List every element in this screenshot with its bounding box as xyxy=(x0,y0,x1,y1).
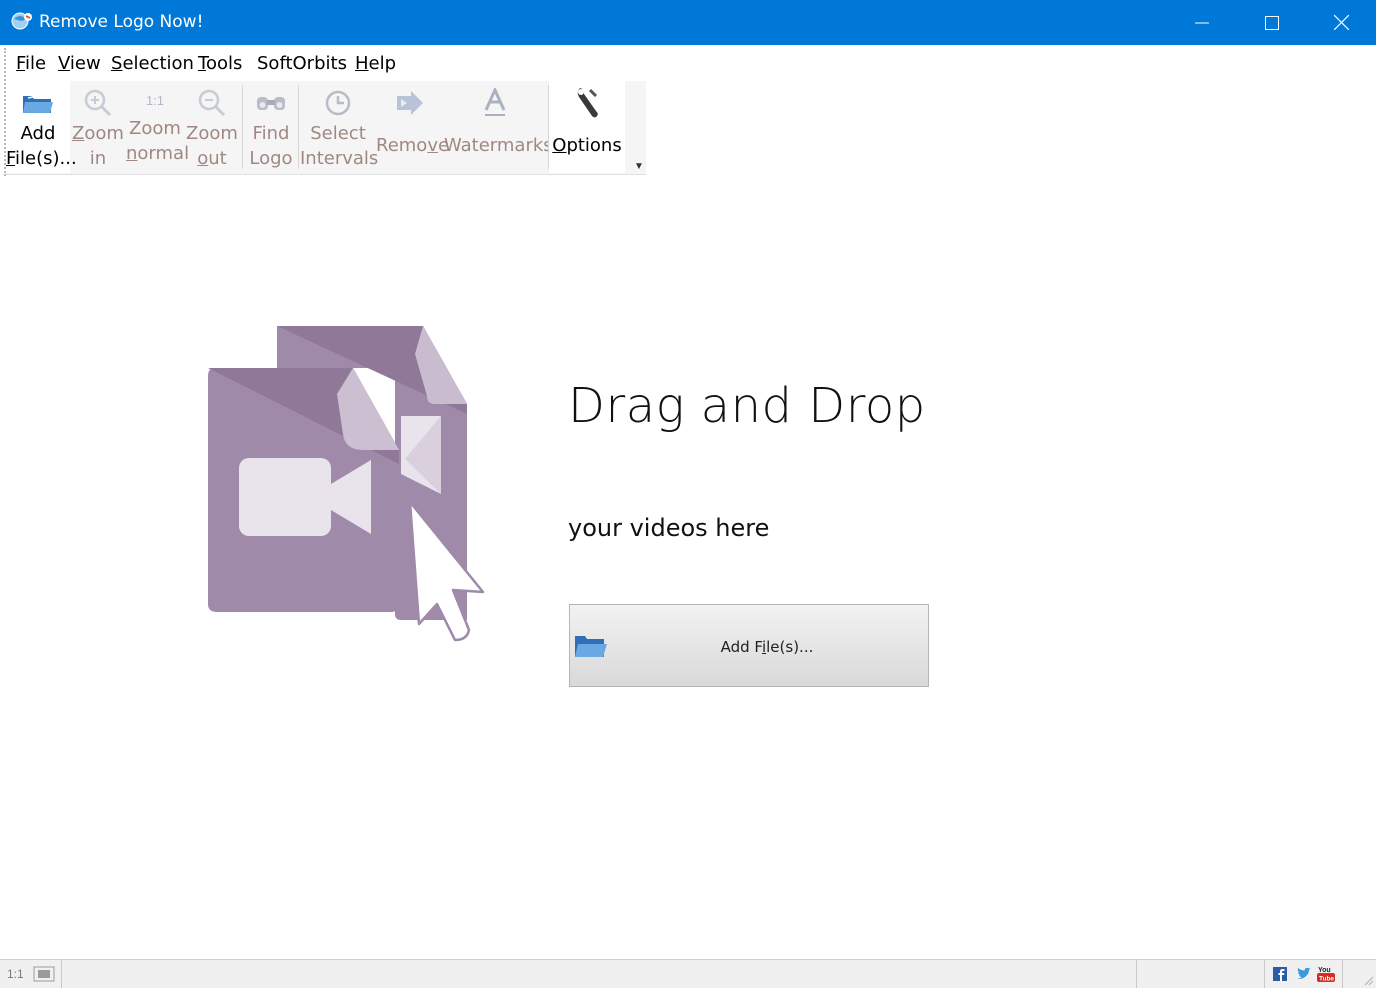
menu-bar: File View Selection Tools SoftOrbits Hel… xyxy=(0,45,1376,176)
wrench-icon xyxy=(570,86,604,120)
status-bar: 1:1 You Tube xyxy=(0,959,1376,988)
open-folder-icon xyxy=(21,86,55,120)
menu-tools[interactable]: Tools xyxy=(198,53,242,74)
drop-zone-subtitle: your videos here xyxy=(568,514,770,542)
toolbar: Add File(s)... Zoom in 1:1 Zoom normal Z… xyxy=(6,81,646,175)
zoom-normal-button[interactable]: 1:1 Zoom normal xyxy=(126,81,190,173)
minimize-button[interactable] xyxy=(1167,0,1237,45)
menu-selection-mnemonic: S xyxy=(111,53,123,74)
zoom-normal-label-1: Zoom xyxy=(129,118,181,139)
close-icon xyxy=(1333,15,1349,30)
menu-help-mnemonic: H xyxy=(355,53,369,74)
menu-view-mnemonic: V xyxy=(58,53,70,74)
status-divider xyxy=(1264,960,1265,988)
zoom-out-label-2: out xyxy=(197,148,227,169)
binoculars-icon xyxy=(254,86,288,120)
add-files-label-1: Add xyxy=(20,123,56,144)
zoom-out-button[interactable]: Zoom out xyxy=(184,81,240,173)
close-button[interactable] xyxy=(1306,0,1376,45)
menu-tools-mnemonic: T xyxy=(198,53,206,74)
drop-zone-title: Drag and Drop xyxy=(568,378,926,434)
status-divider xyxy=(61,960,62,988)
find-logo-label-2: Logo xyxy=(249,148,293,169)
select-intervals-label-2: Intervals xyxy=(300,148,379,169)
svg-text:Tube: Tube xyxy=(1319,976,1334,983)
menu-selection[interactable]: Selection xyxy=(111,53,194,74)
find-logo-label-1: Find xyxy=(252,123,290,144)
zoom-level[interactable]: 1:1 xyxy=(7,967,24,981)
menu-softorbits[interactable]: SoftOrbits xyxy=(257,53,347,74)
menu-file[interactable]: File xyxy=(16,53,46,74)
zoom-normal-icon: 1:1 xyxy=(145,92,165,108)
options-label: Options xyxy=(552,135,622,156)
window-title: Remove Logo Now! xyxy=(39,12,204,32)
add-files-label-2: File(s)... xyxy=(6,148,77,169)
maximize-button[interactable] xyxy=(1237,0,1307,45)
app-logo-icon xyxy=(11,12,32,30)
select-intervals-label-1: Select xyxy=(310,123,366,144)
menu-view[interactable]: View xyxy=(58,53,101,74)
zoom-out-icon xyxy=(195,86,229,120)
fit-to-window-icon[interactable] xyxy=(33,966,55,982)
find-logo-button[interactable]: Find Logo xyxy=(244,81,298,173)
options-button[interactable]: Options xyxy=(549,81,625,173)
video-files-drop-illustration-icon xyxy=(208,326,485,642)
add-files-button-label: Add File(s)... xyxy=(720,638,814,656)
watermarks-button[interactable]: Watermarks xyxy=(444,81,553,173)
add-files-toolbar-button[interactable]: Add File(s)... xyxy=(6,81,77,173)
menu-file-mnemonic: F xyxy=(16,53,26,74)
remove-button[interactable]: Remove xyxy=(376,81,450,173)
select-intervals-button[interactable]: Select Intervals xyxy=(300,81,379,173)
zoom-in-icon xyxy=(81,86,115,120)
zoom-normal-label-2: normal xyxy=(126,143,190,164)
toolbar-separator xyxy=(298,85,299,169)
toolbar-overflow-chevron-icon[interactable]: ▼ xyxy=(634,161,644,172)
clock-icon xyxy=(321,86,355,120)
facebook-icon[interactable] xyxy=(1272,965,1290,983)
text-a-icon xyxy=(478,86,512,120)
maximize-icon xyxy=(1265,15,1279,30)
menu-help[interactable]: Help xyxy=(355,53,396,74)
youtube-icon[interactable]: You Tube xyxy=(1316,965,1336,983)
status-divider xyxy=(1136,960,1137,988)
zoom-out-label-1: Zoom xyxy=(186,123,238,144)
zoom-in-label-2: in xyxy=(89,148,107,169)
twitter-icon[interactable] xyxy=(1295,965,1313,983)
minimize-icon xyxy=(1195,22,1209,23)
remove-label: Remove xyxy=(376,135,450,156)
status-divider xyxy=(1342,960,1343,988)
svg-text:You: You xyxy=(1318,967,1331,974)
arrow-right-icon xyxy=(393,86,427,120)
toolbar-separator xyxy=(242,85,243,169)
zoom-in-button[interactable]: Zoom in xyxy=(70,81,126,173)
watermarks-label: Watermarks xyxy=(444,135,553,156)
resize-grip-icon[interactable] xyxy=(1364,976,1374,986)
add-files-button[interactable]: Add File(s)... xyxy=(569,604,929,687)
title-bar[interactable]: Remove Logo Now! xyxy=(0,0,1376,45)
zoom-in-label-1: Zoom xyxy=(72,123,124,144)
